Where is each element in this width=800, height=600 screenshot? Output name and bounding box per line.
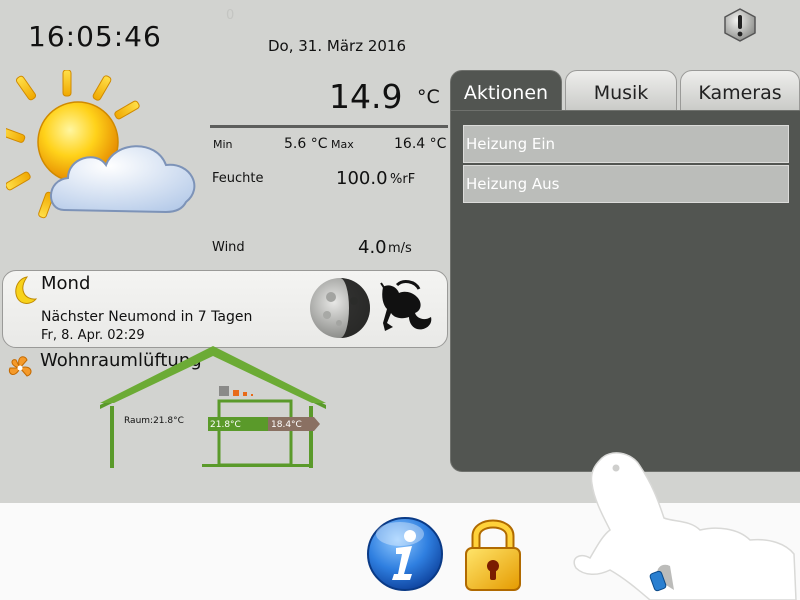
next-new-moon-text: Nächster Neumond in 7 Tagen [41, 309, 253, 325]
tab-kameras[interactable]: Kameras [680, 70, 800, 112]
gecko-logo [573, 452, 797, 600]
heizung-ein-button[interactable]: Heizung Ein [463, 125, 789, 163]
humidity-label: Feuchte [212, 171, 264, 186]
room-temperature: Raum:21.8°C [124, 416, 184, 426]
info-icon[interactable] [366, 514, 444, 592]
sun-behind-cloud-icon [6, 70, 196, 219]
fan-icon [8, 356, 32, 377]
temperature-value: 14.9 [329, 77, 403, 116]
tab-musik[interactable]: Musik [565, 70, 677, 112]
padlock-icon[interactable] [462, 514, 524, 594]
current-date: Do, 31. März 2016 [268, 37, 407, 55]
tab-aktionen[interactable]: Aktionen [450, 70, 562, 112]
supply-air-temperature: 21.8°C [210, 420, 241, 430]
min-value: 5.6 °C [284, 136, 328, 152]
wind-unit: m/s [388, 241, 412, 256]
exhaust-air-temperature: 18.4°C [271, 420, 302, 430]
crescent-moon-icon [15, 276, 37, 304]
moon-phase-icon [310, 278, 370, 338]
wind-label: Wind [212, 240, 245, 255]
moon-title: Mond [41, 273, 91, 294]
capricorn-icon [380, 280, 432, 331]
humidity-value: 100.0 [336, 168, 388, 189]
next-new-moon-date: Fr, 8. Apr. 02:29 [41, 328, 145, 343]
temperature-unit: °C [417, 86, 440, 108]
max-label: Max [331, 138, 354, 151]
faint-counter: 0 [226, 8, 235, 23]
heizung-aus-button[interactable]: Heizung Aus [463, 165, 789, 203]
max-value: 16.4 °C [394, 136, 447, 152]
divider [210, 125, 448, 128]
clock-time: 16:05:46 [28, 20, 162, 53]
exclamation-icon[interactable] [722, 7, 758, 43]
humidity-unit: %rF [390, 172, 416, 187]
min-label: Min [213, 138, 233, 151]
wind-value: 4.0 [358, 237, 387, 258]
ventilation-house-diagram[interactable] [98, 346, 328, 472]
actions-panel: Heizung Ein Heizung Aus [450, 110, 800, 472]
moon-panel[interactable]: Mond Nächster Neumond in 7 Tagen Fr, 8. … [2, 270, 448, 348]
